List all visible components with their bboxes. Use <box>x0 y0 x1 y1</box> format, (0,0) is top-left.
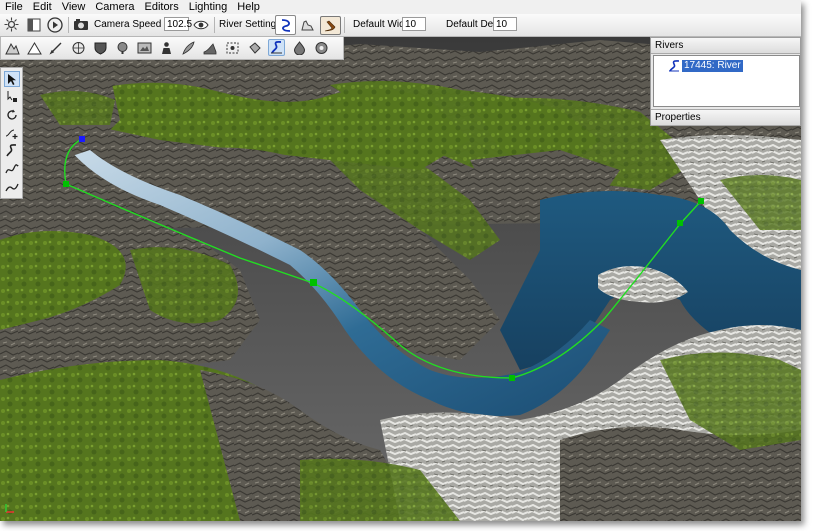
properties-panel-title[interactable]: Properties <box>651 109 800 126</box>
eye-icon <box>193 20 209 29</box>
add-node-tool[interactable] <box>4 125 20 141</box>
area-select-icon <box>226 42 239 53</box>
globe-tool-button[interactable] <box>70 39 87 56</box>
river-edit-icon <box>6 144 17 157</box>
spline-node[interactable] <box>63 181 69 187</box>
mountain-icon <box>5 42 20 54</box>
rivers-panel-title: Rivers <box>651 38 800 54</box>
river-settings-label: River Settings <box>219 19 282 30</box>
rivers-panel: Rivers 17445: River Properties <box>650 37 801 126</box>
play-button[interactable] <box>46 16 63 33</box>
menu-file[interactable]: File <box>0 0 28 14</box>
shape-tool-button[interactable] <box>202 39 219 56</box>
brush-tool-button[interactable] <box>180 39 197 56</box>
menu-editors[interactable]: Editors <box>139 0 183 14</box>
spline-node[interactable] <box>698 198 704 204</box>
river-brush-button[interactable] <box>320 16 341 35</box>
left-toolbox <box>0 67 23 199</box>
triangle-icon <box>27 41 42 54</box>
camera-speed-label: Camera Speed <box>94 19 162 30</box>
view-toggle-button[interactable] <box>191 16 211 33</box>
default-depth-input[interactable]: 10 <box>493 17 517 31</box>
lake-tool-button[interactable] <box>291 39 308 56</box>
spline-start-node[interactable] <box>79 136 85 142</box>
menu-camera[interactable]: Camera <box>90 0 139 14</box>
river-edit-tool[interactable] <box>4 143 20 159</box>
rotate-tool[interactable] <box>4 107 20 123</box>
play-icon <box>46 16 63 33</box>
camera-speed-input[interactable]: 102.5 <box>164 17 192 31</box>
settings-tool-button[interactable] <box>313 39 330 56</box>
select-tool[interactable] <box>4 71 20 87</box>
river-draw-button[interactable] <box>275 15 296 35</box>
paint-tool-button[interactable] <box>246 39 263 56</box>
figure-icon <box>162 41 171 54</box>
add-node-icon <box>5 129 18 139</box>
globe-icon <box>72 41 85 54</box>
properties-panel: Properties <box>651 109 800 126</box>
water-drop-icon <box>293 40 306 55</box>
terrain-tool-button[interactable] <box>4 39 21 56</box>
layout-icon <box>27 18 40 31</box>
camera-icon <box>73 18 88 30</box>
sun-settings-button[interactable] <box>3 16 20 33</box>
feather-icon <box>182 40 195 55</box>
river-bank-button[interactable] <box>298 16 317 33</box>
spline-node[interactable] <box>677 220 683 226</box>
curve-tool[interactable] <box>4 179 20 195</box>
gear-icon <box>315 41 328 54</box>
menu-bar: File Edit View Camera Editors Lighting H… <box>0 0 801 14</box>
river-icon <box>271 41 282 54</box>
smooth-curve-icon <box>5 164 19 174</box>
menu-view[interactable]: View <box>57 0 91 14</box>
tree-tool-button[interactable] <box>114 39 131 56</box>
rivers-list[interactable]: 17445: River <box>653 55 800 107</box>
river-path-icon <box>281 19 290 32</box>
brush-icon <box>324 20 336 31</box>
river-list-item-label: 17445: River <box>682 59 743 72</box>
menu-lighting[interactable]: Lighting <box>184 0 233 14</box>
menu-edit[interactable]: Edit <box>28 0 57 14</box>
tree-icon <box>117 41 128 54</box>
editor-window: File Edit View Camera Editors Lighting H… <box>0 0 801 521</box>
bucket-icon <box>249 41 261 54</box>
entity-tool-button[interactable] <box>158 39 175 56</box>
spline-node[interactable] <box>310 279 317 286</box>
rotate-icon <box>7 109 17 120</box>
main-toolbar: Camera Speed 102.5 River Settings Defaul… <box>0 14 801 37</box>
area-tool-button[interactable] <box>224 39 241 56</box>
curve-icon <box>5 183 19 192</box>
object-tool-button[interactable] <box>92 39 109 56</box>
editor-toolbar <box>0 37 344 60</box>
sun-icon <box>4 17 19 32</box>
texture-icon <box>137 42 152 53</box>
default-width-input[interactable]: 10 <box>402 17 426 31</box>
smooth-tool[interactable] <box>4 161 20 177</box>
river-list-item[interactable]: 17445: River <box>668 59 743 72</box>
river-icon <box>669 59 680 71</box>
shoe-icon <box>203 42 217 54</box>
layout-button[interactable] <box>25 16 42 33</box>
vegetation-tool-button[interactable] <box>26 39 43 56</box>
hand-icon <box>301 19 314 30</box>
move-node-tool[interactable] <box>4 89 20 105</box>
river-tool-button[interactable] <box>268 39 285 56</box>
pencil-icon <box>49 42 62 55</box>
menu-help[interactable]: Help <box>232 0 265 14</box>
road-tool-button[interactable] <box>48 39 65 56</box>
cursor-arrow-icon <box>8 73 16 85</box>
shield-icon <box>94 42 107 55</box>
move-node-icon <box>7 91 17 102</box>
spline-node[interactable] <box>509 375 515 381</box>
camera-icon-button[interactable] <box>72 16 89 33</box>
texture-tool-button[interactable] <box>136 39 153 56</box>
